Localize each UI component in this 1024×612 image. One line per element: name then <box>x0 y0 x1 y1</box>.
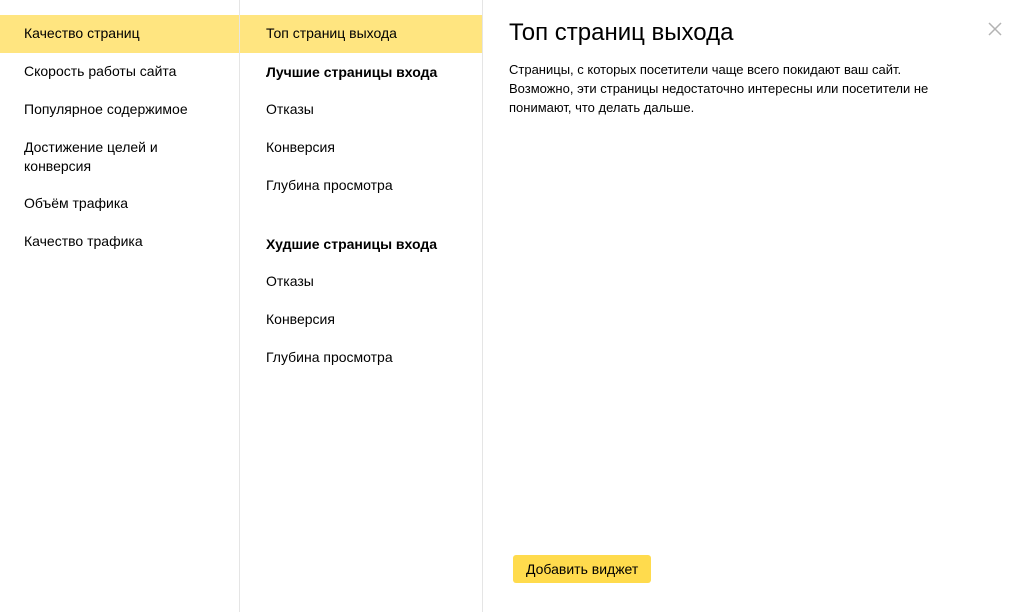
panel-title: Топ страниц выхода <box>509 19 734 46</box>
report-item-best-conversion[interactable]: Конверсия <box>240 129 482 167</box>
report-item-best-bounces[interactable]: Отказы <box>240 91 482 129</box>
category-item-popular-content[interactable]: Популярное содержимое <box>0 91 239 129</box>
report-item-worst-depth[interactable]: Глубина просмотра <box>240 339 482 377</box>
report-item-best-depth[interactable]: Глубина просмотра <box>240 167 482 205</box>
report-item-top-exit-pages[interactable]: Топ страниц выхода <box>240 15 482 53</box>
category-item-site-speed[interactable]: Скорость работы сайта <box>0 53 239 91</box>
category-item-page-quality[interactable]: Качество страниц <box>0 15 239 53</box>
report-group-header-worst-entry: Худшие страницы входа <box>266 236 438 252</box>
category-list: Качество страниц Скорость работы сайта П… <box>0 0 240 612</box>
category-item-traffic-volume[interactable]: Объём трафика <box>0 185 239 223</box>
report-list: Топ страниц выхода Лучшие страницы входа… <box>240 0 483 612</box>
add-widget-button[interactable]: Добавить виджет <box>513 555 652 583</box>
report-item-worst-bounces[interactable]: Отказы <box>240 263 482 301</box>
category-item-goals-conversion[interactable]: Достижение целей и конверсия <box>0 129 239 185</box>
panel-description: Страницы, с которых посетители чаще всег… <box>509 62 929 115</box>
report-item-worst-conversion[interactable]: Конверсия <box>240 301 482 339</box>
category-item-traffic-quality[interactable]: Качество трафика <box>0 223 239 261</box>
close-icon[interactable] <box>986 20 1004 38</box>
widget-picker-dialog: Качество страниц Скорость работы сайта П… <box>0 0 1024 612</box>
report-group-header-best-entry: Лучшие страницы входа <box>266 64 438 80</box>
report-detail-panel: Топ страниц выхода Страницы, с которых п… <box>483 0 1024 612</box>
